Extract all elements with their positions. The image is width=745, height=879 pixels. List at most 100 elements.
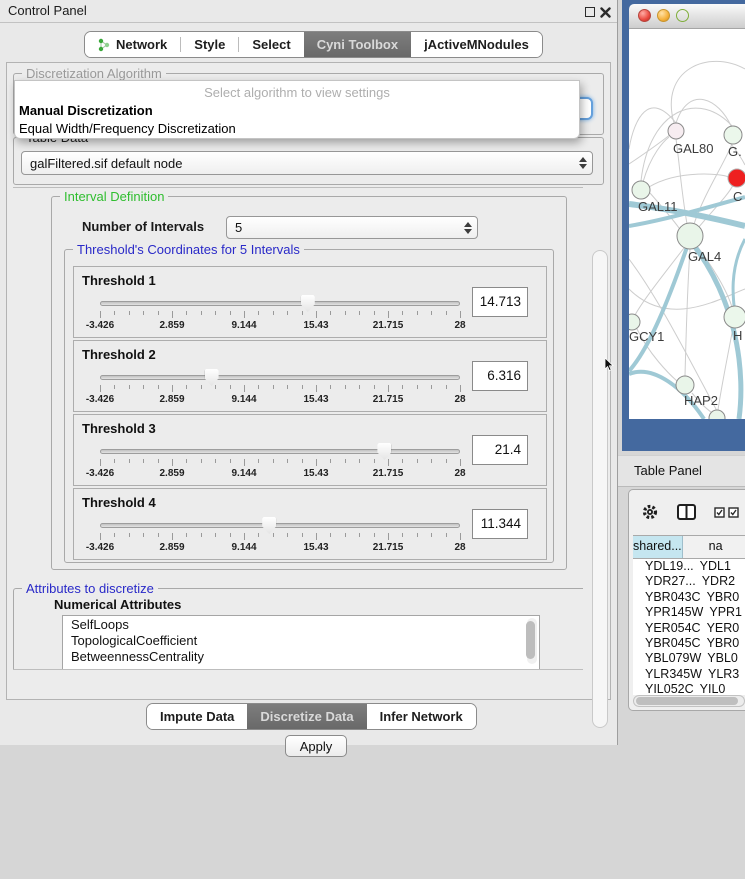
threshold-value-field[interactable]: 14.713 [472,287,528,317]
combo-stepper-icon [574,157,592,169]
settings-scrollbar[interactable] [592,250,608,728]
attribute-list-item[interactable]: SelfLoops [63,616,539,632]
threshold-slider-thumb[interactable] [301,295,315,312]
list-scrollbar[interactable] [527,618,537,664]
threshold-value-field[interactable]: 21.4 [472,435,528,465]
gear-icon[interactable] [641,503,659,521]
threshold-slider[interactable] [100,301,460,306]
algorithm-option-equal-width[interactable]: Equal Width/Frequency Discretization [15,120,579,138]
threshold-slider-thumb[interactable] [377,443,391,460]
table-row[interactable]: YBR045CYBR0 [633,636,745,651]
threshold-label: Threshold 2 [82,347,156,362]
table-cell-name[interactable]: YIL0 [694,682,745,695]
threshold-slider[interactable] [100,523,460,528]
tab-impute-data[interactable]: Impute Data [147,704,247,729]
table-horizontal-scrollbar-thumb[interactable] [636,697,738,705]
node-attribute-table[interactable]: shared... na YDL19...YDL1YDR27...YDR2YBR… [633,535,745,695]
slider-tick [345,533,346,537]
number-of-intervals-combobox[interactable]: 5 [226,216,478,239]
network-node-h[interactable] [724,306,745,328]
interval-definition-group-title: Interval Definition [60,189,168,204]
table-row[interactable]: YPR145WYPR1 [633,605,745,620]
split-columns-icon[interactable] [677,504,697,520]
table-cell-shared-name[interactable]: YBR045C [633,636,701,651]
close-icon[interactable] [600,6,611,17]
tab-jactivemnodules[interactable]: jActiveMNodules [411,32,542,57]
table-cell-name[interactable]: YDR2 [696,574,745,589]
network-node-label: GCY1 [629,329,664,344]
table-cell-shared-name[interactable]: YBR043C [633,590,701,605]
table-row[interactable]: YBL079WYBL0 [633,651,745,666]
float-window-icon[interactable] [585,7,595,17]
network-node-hap2[interactable] [676,376,694,394]
table-cell-shared-name[interactable]: YER054C [633,621,701,636]
table-cell-name[interactable]: YBR0 [701,590,745,605]
tab-style[interactable]: Style [181,32,238,57]
tab-infer-network[interactable]: Infer Network [367,704,476,729]
table-row[interactable]: YIL052CYIL0 [633,682,745,695]
table-panel-title: Table Panel [634,463,702,478]
tab-discretize-data[interactable]: Discretize Data [247,704,366,729]
network-node-gal80[interactable] [668,123,684,139]
tab-cyni-toolbox[interactable]: Cyni Toolbox [304,32,411,57]
slider-tick-label: 15.43 [303,468,328,479]
threshold-slider-thumb[interactable] [262,517,276,534]
slider-tick [143,385,144,389]
table-cell-name[interactable]: YBL0 [701,651,745,666]
apply-button[interactable]: Apply [285,735,347,757]
slider-tick-label: 2.859 [159,542,184,553]
table-header-name[interactable]: na [683,536,745,558]
table-cell-name[interactable]: YDL1 [694,559,745,574]
table-cell-shared-name[interactable]: YIL052C [633,682,694,695]
attribute-list-item[interactable]: BetweennessCentrality [63,648,539,664]
table-cell-name[interactable]: YLR3 [702,667,745,682]
slider-tick-label: 28 [454,394,465,405]
table-cell-shared-name[interactable]: YPR145W [633,605,703,620]
table-cell-shared-name[interactable]: YDR27... [633,574,696,589]
algorithm-option-manual[interactable]: Manual Discretization [15,102,579,120]
table-row[interactable]: YER054CYER0 [633,621,745,636]
close-traffic-light-icon[interactable] [638,9,651,22]
tab-select[interactable]: Select [239,32,303,57]
network-node-gal11[interactable] [632,181,650,199]
checkbox-column-icon[interactable] [728,507,739,518]
table-cell-name[interactable]: YBR0 [701,636,745,651]
threshold-value-field[interactable]: 11.344 [472,509,528,539]
table-row[interactable]: YDR27...YDR2 [633,574,745,589]
network-node-gcy1[interactable] [629,314,640,330]
tab-label: jActiveMNodules [424,37,529,52]
table-data-combobox[interactable]: galFiltered.sif default node [21,151,593,175]
table-row[interactable]: YDL19...YDL1 [633,559,745,574]
checkbox-column-icon[interactable] [714,507,725,518]
network-node-c[interactable] [728,169,745,187]
tab-network[interactable]: Network [85,32,180,57]
numerical-attributes-list[interactable]: SelfLoopsTopologicalCoefficientBetweenne… [62,615,540,670]
network-node-g[interactable] [724,126,742,144]
minimize-traffic-light-icon[interactable] [657,9,670,22]
threshold-slider[interactable] [100,449,460,454]
attribute-list-item[interactable]: TopologicalCoefficient [63,632,539,648]
threshold-value-field[interactable]: 6.316 [472,361,528,391]
threshold-label: Threshold 3 [82,421,156,436]
slider-tick [172,459,173,466]
table-row[interactable]: YBR043CYBR0 [633,590,745,605]
network-node-gal4[interactable] [677,223,703,249]
zoom-traffic-light-icon[interactable] [676,9,689,22]
slider-tick [129,459,130,463]
threshold-slider-thumb[interactable] [205,369,219,386]
table-header-shared-name[interactable]: shared... [633,536,683,558]
table-cell-shared-name[interactable]: YDL19... [633,559,694,574]
network-node[interactable] [709,410,725,419]
table-horizontal-scrollbar[interactable] [633,695,745,707]
network-window-titlebar [629,4,745,29]
table-row[interactable]: YLR345WYLR3 [633,667,745,682]
slider-tick [388,385,389,392]
threshold-slider[interactable] [100,375,460,380]
table-cell-shared-name[interactable]: YBL079W [633,651,701,666]
table-cell-name[interactable]: YPR1 [703,605,745,620]
network-node-label: GAL4 [688,249,721,264]
table-cell-name[interactable]: YER0 [701,621,745,636]
slider-tick [417,533,418,537]
network-canvas[interactable]: GAL80G.CGAL11GAL4GCY1HHAP2 [629,29,745,419]
table-cell-shared-name[interactable]: YLR345W [633,667,702,682]
